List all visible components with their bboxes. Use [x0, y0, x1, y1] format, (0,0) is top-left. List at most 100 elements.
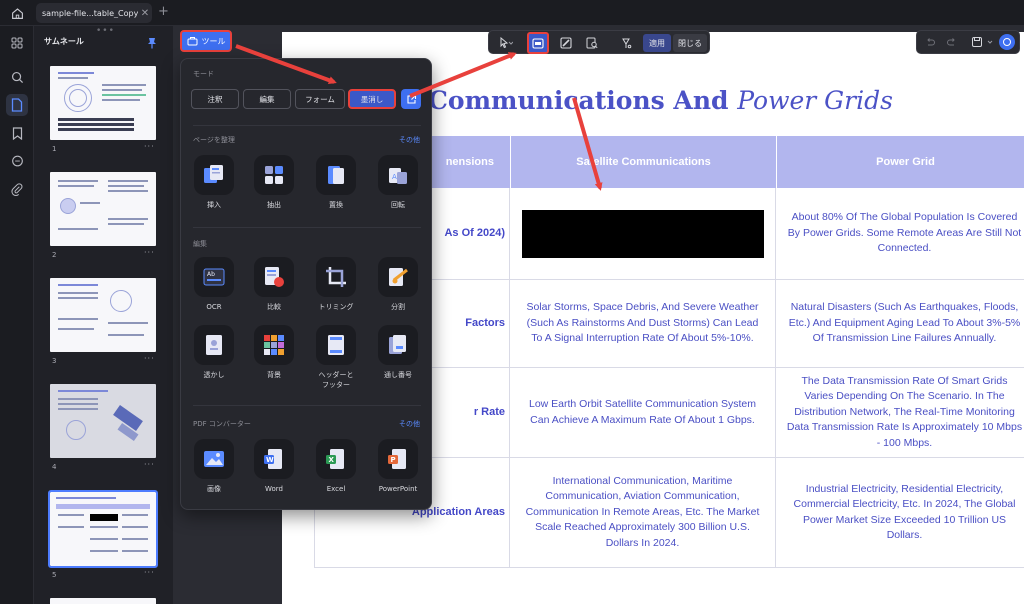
replace-page-icon [316, 155, 356, 195]
document-tab[interactable]: sample-file...table_Copy1 ✕ [36, 3, 152, 23]
mode-section-label: モード [193, 70, 214, 78]
thumbnail-more-button[interactable]: ··· [144, 142, 155, 151]
thumbnail-image [50, 598, 156, 604]
thumbnail-more-button[interactable]: ··· [144, 568, 155, 577]
undo-icon[interactable] [925, 37, 935, 47]
tool-replace[interactable]: 置換 [309, 155, 363, 210]
tool-ocr[interactable]: Ab OCR [187, 257, 241, 312]
select-cursor-icon[interactable] [493, 34, 519, 52]
tool-label: 回転 [391, 201, 405, 209]
table-header-power-grid: Power Grid [776, 136, 1024, 188]
toolbox-icon [187, 37, 197, 46]
close-tab-icon[interactable]: ✕ [138, 8, 152, 19]
save-icon[interactable] [971, 36, 983, 48]
tool-label: Word [265, 485, 283, 493]
redaction-settings-icon[interactable] [615, 34, 637, 52]
tool-convert-image[interactable]: 画像 [187, 439, 241, 494]
thumbnail-panel-icon[interactable] [6, 94, 28, 116]
mode-redact-button[interactable]: 墨消し [348, 89, 396, 109]
mode-edit-button[interactable]: 編集 [243, 89, 291, 109]
converter-section-label: PDF コンバーター [193, 420, 251, 428]
mode-annotate-button[interactable]: 注釈 [191, 89, 239, 109]
svg-text:A: A [392, 173, 397, 181]
tool-bates-number[interactable]: 通し番号 [371, 325, 425, 380]
thumbnail-page-4[interactable]: 4 ··· [50, 384, 158, 471]
tool-split[interactable]: 分割 [371, 257, 425, 312]
converter-more-link[interactable]: その他 [399, 419, 420, 429]
tool-label: 画像 [207, 485, 221, 493]
tool-label: 置換 [329, 201, 343, 209]
panel-resize-handle[interactable]: ••• [96, 26, 115, 36]
tool-label-line1: ヘッダーと [318, 371, 354, 379]
rotate-page-icon: A [378, 155, 418, 195]
redact-area-button[interactable] [527, 32, 549, 54]
grid-view-icon[interactable] [6, 32, 28, 54]
search-icon[interactable] [6, 66, 28, 88]
tool-label: トリミング [318, 303, 354, 311]
tool-label: 比較 [267, 303, 281, 311]
pin-icon[interactable] [147, 34, 157, 53]
close-redaction-button[interactable]: 閉じる [673, 34, 707, 52]
thumbnail-page-1[interactable]: 1 ··· [50, 66, 158, 153]
table-cell-satellite: International Communication, Maritime Co… [510, 458, 776, 568]
home-icon[interactable] [8, 4, 26, 22]
thumbnail-page-number: 2 [52, 251, 57, 259]
redaction-box[interactable] [521, 209, 764, 258]
tool-extract[interactable]: 抽出 [247, 155, 301, 210]
tool-convert-powerpoint[interactable]: P PowerPoint [371, 439, 425, 494]
tool-label: PowerPoint [378, 485, 418, 493]
powerpoint-convert-icon: P [378, 439, 418, 479]
thumbnail-more-button[interactable]: ··· [144, 248, 155, 257]
tool-label: 透かし [203, 371, 225, 379]
tool-rotate[interactable]: A 回転 [371, 155, 425, 210]
svg-text:P: P [391, 456, 396, 464]
apply-button[interactable]: 適用 [643, 34, 671, 52]
thumbnail-page-6[interactable] [50, 598, 158, 604]
tool-convert-word[interactable]: W Word [247, 439, 301, 494]
table-header-satellite: Satellite Communications [510, 136, 776, 188]
tool-header-footer[interactable]: ヘッダーと フッター [309, 325, 363, 390]
thumbnail-page-number: 3 [52, 357, 57, 365]
tool-label: 抽出 [267, 201, 281, 209]
thumbnail-more-button[interactable]: ··· [144, 460, 155, 469]
tool-insert[interactable]: 挿入 [187, 155, 241, 210]
edit-section-label: 編集 [193, 240, 207, 248]
redact-page-icon[interactable] [555, 34, 577, 52]
tool-compare[interactable]: 比較 [247, 257, 301, 312]
search-redact-icon[interactable] [581, 34, 603, 52]
page-title: Communications And Power Grids [428, 86, 893, 115]
tool-label: 通し番号 [384, 371, 412, 379]
excel-convert-icon: X [316, 439, 356, 479]
ocr-icon: Ab [194, 257, 234, 297]
attachment-icon[interactable] [6, 178, 28, 200]
thumbnail-panel: ••• サムネール 1 ··· 2 ··· 3 ··· 4 ··· 5 ··· [34, 26, 174, 604]
mode-form-button[interactable]: フォーム [295, 89, 345, 109]
redo-icon[interactable] [947, 37, 957, 47]
thumbnail-page-5[interactable]: 5 ··· [48, 490, 158, 579]
tool-background[interactable]: 背景 [247, 325, 301, 380]
comment-icon[interactable] [6, 150, 28, 172]
thumbnail-page-2[interactable]: 2 ··· [50, 172, 158, 259]
title-bar: sample-file...table_Copy1 ✕ + [0, 0, 1024, 26]
table-cell-satellite: Low Earth Orbit Satellite Communication … [510, 368, 776, 458]
image-convert-icon [194, 439, 234, 479]
background-icon [254, 325, 294, 365]
tool-convert-excel[interactable]: X Excel [309, 439, 363, 494]
chevron-down-icon[interactable] [987, 39, 993, 45]
open-external-icon[interactable] [401, 89, 421, 109]
redacted-cell[interactable] [510, 188, 776, 280]
ai-assistant-icon[interactable] [999, 34, 1015, 50]
tools-button[interactable]: ツール [180, 30, 232, 52]
tool-crop[interactable]: トリミング [309, 257, 363, 312]
thumbnail-page-3[interactable]: 3 ··· [50, 278, 158, 365]
extract-page-icon [254, 155, 294, 195]
compare-icon [254, 257, 294, 297]
organize-more-link[interactable]: その他 [399, 135, 420, 145]
tool-watermark[interactable]: 透かし [187, 325, 241, 380]
thumbnail-more-button[interactable]: ··· [144, 354, 155, 363]
tool-label: 分割 [391, 303, 405, 311]
bookmark-icon[interactable] [6, 122, 28, 144]
thumbnail-page-number: 1 [52, 145, 57, 153]
new-tab-button[interactable]: + [158, 4, 169, 19]
table-cell-satellite: Solar Storms, Space Debris, And Severe W… [510, 280, 776, 368]
